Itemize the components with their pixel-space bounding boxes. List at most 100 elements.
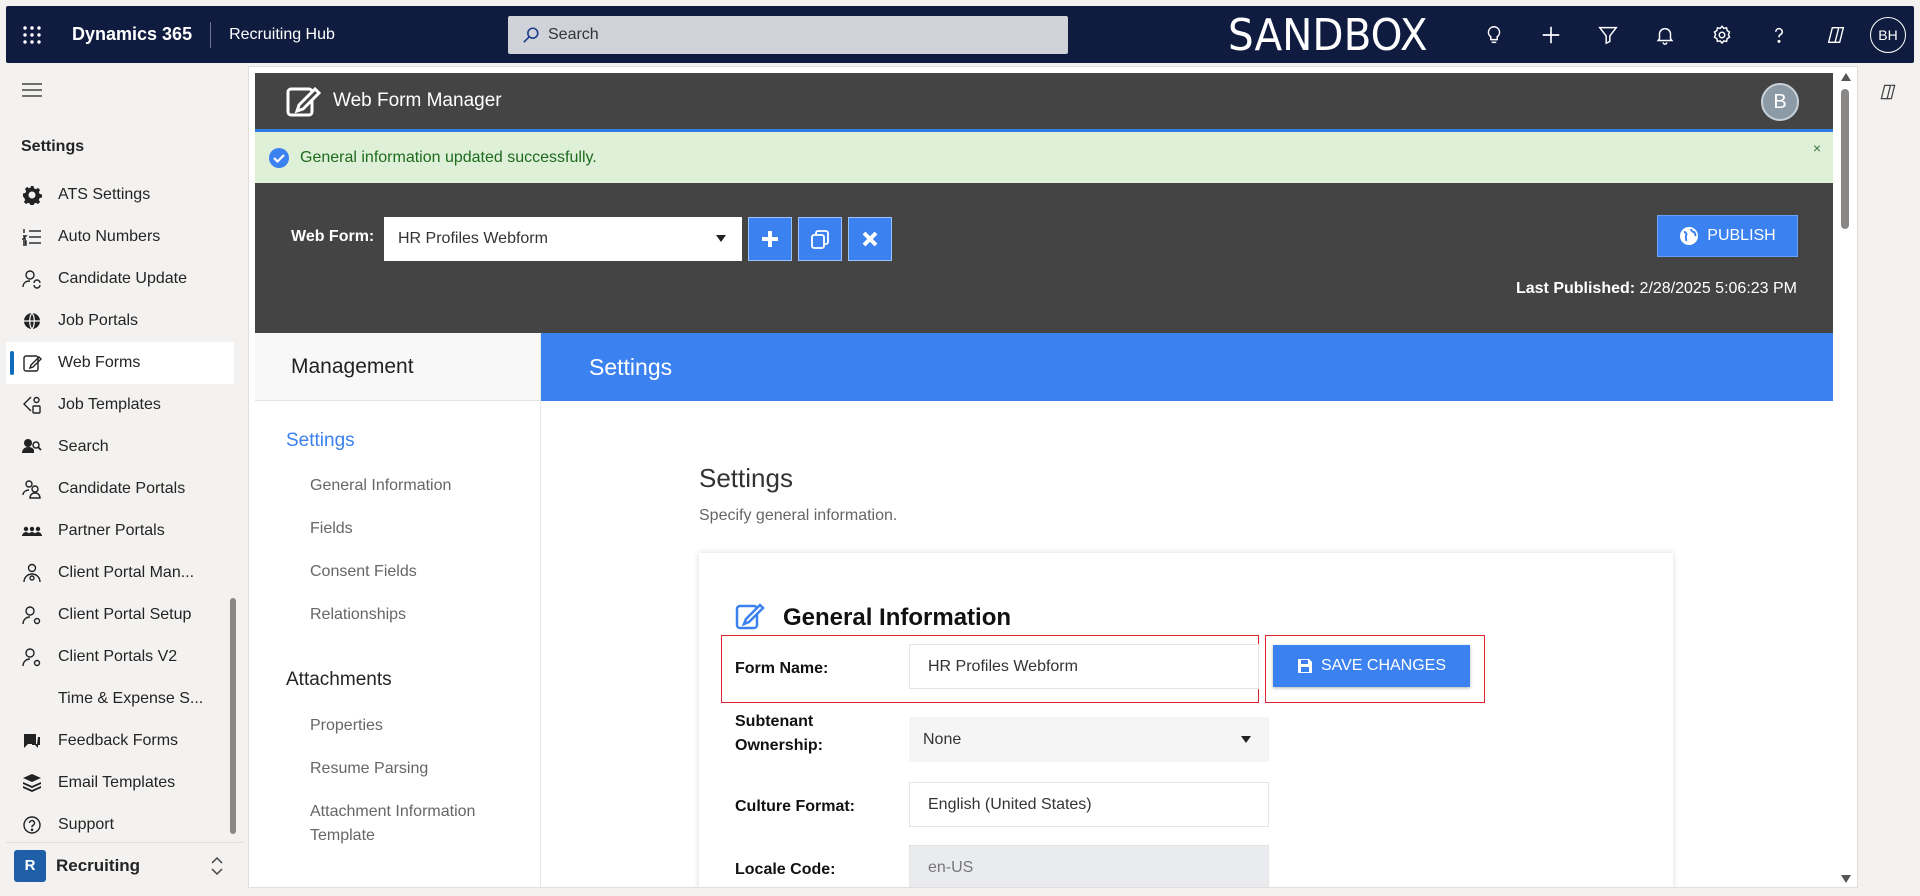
form-edit-icon [286,86,321,117]
layers-icon [21,772,43,794]
sidebar-item-job-portals[interactable]: Job Portals [6,300,234,342]
locale-code-input: en-US [909,845,1269,887]
user-avatar[interactable]: BH [1870,16,1906,53]
form-edit-icon [21,352,43,374]
mgmt-item-consent-fields[interactable]: Consent Fields [310,560,417,584]
section-title: Settings [699,463,793,493]
mgmt-item-attachment-information-template[interactable]: Attachment Information Template [310,800,510,848]
plus-icon[interactable] [1522,6,1579,63]
culture-format-label: Culture Format: [735,798,855,815]
copy-form-button[interactable] [798,217,842,261]
sidebar-item-search[interactable]: Search [6,426,234,468]
sidebar-item-label: Client Portal Man... [58,564,195,581]
filter-icon[interactable] [1579,6,1636,63]
sidebar-item-email-templates[interactable]: Email Templates [6,762,234,804]
save-changes-label: SAVE CHANGES [1320,657,1447,674]
app-launcher-icon[interactable] [6,6,58,63]
management-title: Management [255,333,540,401]
caret-down-icon [1241,736,1251,743]
globe-icon [21,310,43,332]
gear-icon [21,184,43,206]
section-banner: Settings [541,333,1833,401]
numbered-list-icon [21,226,43,248]
delete-form-button[interactable] [848,217,892,261]
add-form-button[interactable] [748,217,792,261]
close-icon[interactable]: × [1813,140,1821,156]
mgmt-section-attachments[interactable]: Attachments [286,669,392,691]
sidebar-item-candidate-update[interactable]: Candidate Update [6,258,234,300]
right-rail [1862,66,1914,888]
sidebar-item-label: Search [58,438,109,455]
hamburger-menu-icon[interactable] [22,82,42,98]
sidebar-item-label: Partner Portals [58,522,165,539]
feedback-icon [21,730,43,752]
person-sync-icon [21,268,43,290]
area-name[interactable]: Recruiting Hub [229,26,335,44]
bell-icon[interactable] [1636,6,1693,63]
sidebar-item-feedback-forms[interactable]: Feedback Forms [6,720,234,762]
people-icon [21,478,43,500]
publish-button[interactable]: PUBLISH [1657,215,1798,257]
sidebar-item-auto-numbers[interactable]: Auto Numbers [6,216,234,258]
success-alert: General information updated successfully… [255,132,1833,183]
mgmt-item-resume-parsing[interactable]: Resume Parsing [310,757,428,781]
copy-icon [811,230,829,249]
left-navigation: Settings ATS Settings Auto Numbers Candi… [6,66,244,888]
mgmt-item-properties[interactable]: Properties [310,714,383,738]
general-information-card: General Information Form Name: HR Profil… [699,553,1673,887]
scroll-down-icon[interactable] [1841,875,1851,883]
scroll-thumb[interactable] [1841,89,1849,229]
sidebar-item-web-forms[interactable]: Web Forms [6,342,234,384]
gear-icon[interactable] [1693,6,1750,63]
nav-scrollbar[interactable] [230,598,236,834]
plus-icon [762,231,778,247]
area-switcher[interactable]: R Recruiting [6,842,244,888]
save-changes-button[interactable]: SAVE CHANGES [1273,645,1470,687]
web-form-toolbar: Web Form: HR Profiles Webform PUBLISH La… [255,183,1833,333]
sidebar-item-client-portal-man[interactable]: Client Portal Man... [6,552,234,594]
sidebar-item-label: Feedback Forms [58,732,179,749]
sidebar-item-time-expense[interactable]: Time & Expense S... [6,678,234,720]
scroll-up-icon[interactable] [1841,73,1851,81]
app-name[interactable]: Dynamics 365 [72,24,192,45]
sidebar-item-ats-settings[interactable]: ATS Settings [6,174,234,216]
globe-icon [1680,227,1699,245]
mgmt-item-fields[interactable]: Fields [310,517,353,541]
publish-label: PUBLISH [1707,227,1776,244]
nav-list: ATS Settings Auto Numbers Candidate Upda… [6,174,234,846]
divider [210,21,212,48]
blank-icon [21,688,43,710]
check-circle-icon [269,147,289,168]
sidebar-item-job-templates[interactable]: Job Templates [6,384,234,426]
sidebar-item-support[interactable]: Support [6,804,234,846]
search-placeholder: Search [548,26,599,43]
sidebar-item-candidate-portals[interactable]: Candidate Portals [6,468,234,510]
card-title: General Information [783,604,1012,631]
search-input[interactable]: Search [508,16,1068,54]
mgmt-item-general-information[interactable]: General Information [310,474,451,498]
culture-format-input[interactable]: English (United States) [909,782,1269,827]
sidebar-item-label: ATS Settings [58,186,151,203]
lightbulb-icon[interactable] [1465,6,1522,63]
copilot-icon[interactable] [1807,6,1864,63]
sidebar-item-partner-portals[interactable]: Partner Portals [6,510,234,552]
sidebar-item-client-portals-v2[interactable]: Client Portals V2 [6,636,234,678]
sidebar-item-label: Client Portals V2 [58,648,178,665]
locale-code-label: Locale Code: [735,861,836,878]
copilot-icon[interactable] [1878,82,1898,102]
mgmt-item-relationships[interactable]: Relationships [310,603,406,627]
avatar[interactable]: B [1761,83,1799,121]
sidebar-item-client-portal-setup[interactable]: Client Portal Setup [6,594,234,636]
area-switcher-label: Recruiting [56,855,141,875]
question-icon [21,814,43,836]
mgmt-section-settings[interactable]: Settings [286,430,355,452]
form-name-input[interactable]: HR Profiles Webform [909,644,1259,689]
edit-icon [735,603,765,630]
sidebar-item-label: Candidate Portals [58,480,186,497]
subtenant-ownership-select[interactable]: None [909,717,1269,762]
last-published: Last Published: 2/28/2025 5:06:23 PM [1516,280,1797,298]
chevron-up-down-icon [211,856,223,876]
help-icon[interactable] [1750,6,1807,63]
web-form-select[interactable]: HR Profiles Webform [384,217,742,261]
main-scrollbar[interactable] [1835,67,1857,887]
